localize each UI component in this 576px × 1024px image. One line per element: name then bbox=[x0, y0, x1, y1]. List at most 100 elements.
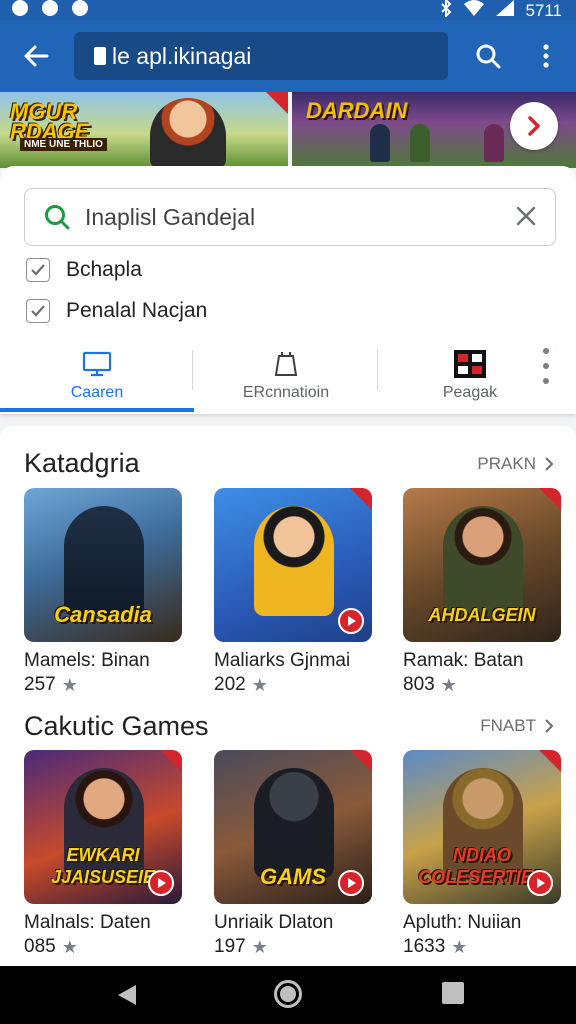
game-thumbnail bbox=[214, 488, 372, 642]
filter-checkbox[interactable] bbox=[26, 299, 50, 323]
game-card[interactable]: NDIAO COLESERTIER Apluth: Nuiian 1633 ★ bbox=[403, 750, 563, 957]
app-bar: le apl.ikinagai bbox=[0, 20, 576, 92]
game-card[interactable]: Cansadia Mamels: Binan 257 ★ bbox=[24, 488, 184, 695]
banner-left-subtitle: NME UNE THLIO bbox=[20, 138, 107, 151]
game-thumbnail: AHDALGEIN bbox=[403, 488, 561, 642]
section-more-label: PRAKN bbox=[477, 454, 536, 473]
section-title: Katadgria bbox=[24, 448, 140, 478]
tab-peagak[interactable]: Peagak bbox=[378, 336, 562, 414]
search-icon bbox=[476, 44, 501, 69]
corner-badge bbox=[266, 92, 288, 114]
search-input[interactable]: Inaplisl Gandejal bbox=[85, 204, 255, 231]
arrow-left-icon bbox=[24, 45, 49, 67]
game-thumbnail-caption: AHDALGEIN bbox=[428, 605, 536, 625]
tab-label: ERcnnatioin bbox=[242, 384, 330, 401]
play-button[interactable] bbox=[148, 870, 174, 896]
game-thumbnail: EWKARI JJAISUSEIE bbox=[24, 750, 182, 904]
filter-label: Bchapla bbox=[66, 258, 142, 281]
rating-value: 202 bbox=[214, 674, 246, 695]
game-thumbnail: GAMS bbox=[214, 750, 372, 904]
chevron-right-icon bbox=[545, 457, 554, 471]
game-card[interactable]: GAMS Unriaik Dlaton 197 ★ bbox=[214, 750, 374, 957]
star-icon: ★ bbox=[61, 936, 78, 957]
checkmark-icon bbox=[31, 264, 45, 276]
notification-icon bbox=[42, 0, 58, 16]
game-rating: 257 ★ bbox=[24, 674, 78, 696]
game-card[interactable]: EWKARI JJAISUSEIE Malnals: Daten 085 ★ bbox=[24, 750, 184, 957]
system-nav-bar bbox=[0, 966, 576, 1024]
bluetooth-icon bbox=[439, 0, 453, 22]
rating-value: 1633 bbox=[403, 936, 446, 957]
tab-label: Peagak bbox=[442, 384, 498, 401]
featured-banner[interactable]: MGUR RDAGE NME UNE THLIO DARDAIN bbox=[0, 92, 576, 168]
corner-badge bbox=[350, 750, 372, 772]
game-thumbnail: NDIAO COLESERTIER bbox=[403, 750, 561, 904]
nav-home-button[interactable] bbox=[274, 980, 302, 1008]
clock: 5711 bbox=[525, 0, 562, 20]
back-button[interactable] bbox=[18, 38, 54, 74]
star-icon: ★ bbox=[61, 674, 78, 695]
rating-value: 803 bbox=[403, 674, 435, 695]
game-title: Apluth: Nuiian bbox=[403, 912, 522, 933]
banner-left-title: MGUR RDAGE bbox=[10, 99, 90, 144]
clear-icon[interactable] bbox=[515, 205, 537, 232]
banner-figure-image bbox=[410, 124, 430, 162]
corner-badge bbox=[350, 488, 372, 510]
filter-label: Penalal Nacjan bbox=[66, 299, 208, 322]
star-icon: ★ bbox=[451, 936, 468, 957]
wifi-icon bbox=[463, 0, 485, 22]
tab-ercnnatioin[interactable]: ERcnnatioin bbox=[194, 336, 378, 414]
game-card[interactable]: Maliarks Gjnmai 202 ★ bbox=[214, 488, 374, 695]
play-button[interactable] bbox=[527, 870, 553, 896]
star-icon: ★ bbox=[251, 674, 268, 695]
search-button[interactable] bbox=[470, 38, 506, 74]
banner-next-button[interactable] bbox=[510, 102, 558, 150]
rating-value: 257 bbox=[24, 674, 56, 695]
game-title: Mamels: Binan bbox=[24, 650, 150, 671]
game-title: Malnals: Daten bbox=[24, 912, 151, 933]
filter-checkbox[interactable] bbox=[26, 258, 50, 282]
game-thumbnail: Cansadia bbox=[24, 488, 182, 642]
play-button[interactable] bbox=[338, 608, 364, 634]
search-icon bbox=[43, 203, 71, 236]
chevron-right-icon bbox=[528, 116, 540, 136]
banner-slide-left[interactable]: MGUR RDAGE NME UNE THLIO bbox=[0, 92, 288, 168]
game-card[interactable]: AHDALGEIN Ramak: Batan 803 ★ bbox=[403, 488, 563, 695]
star-icon: ★ bbox=[251, 936, 268, 957]
nav-recents-button[interactable] bbox=[442, 982, 464, 1004]
game-title: Unriaik Dlaton bbox=[214, 912, 334, 933]
game-character-image bbox=[254, 506, 334, 616]
tab-divider bbox=[377, 350, 378, 390]
tab-indicator bbox=[0, 408, 194, 412]
filter-panel: Inaplisl Gandejal Bchapla Penalal Nacjan… bbox=[0, 166, 576, 414]
banner-figure-image bbox=[484, 124, 504, 162]
signal-icon bbox=[495, 0, 515, 22]
pixel-grid-icon bbox=[453, 350, 487, 378]
game-title: Maliarks Gjnmai bbox=[214, 650, 351, 671]
section-more-link[interactable]: PRAKN bbox=[477, 454, 554, 474]
tab-overflow-button[interactable] bbox=[538, 348, 554, 384]
tab-label: Caaren bbox=[70, 384, 124, 401]
game-rating: 1633 ★ bbox=[403, 936, 467, 958]
chevron-right-icon bbox=[545, 719, 554, 733]
section-more-link[interactable]: FNABT bbox=[480, 716, 554, 736]
game-character-image bbox=[64, 506, 144, 616]
page-icon bbox=[94, 47, 106, 65]
section-more-label: FNABT bbox=[480, 716, 536, 735]
status-bar: 5711 bbox=[0, 0, 576, 20]
content-list: Katadgria PRAKN Cansadia Mamels: Binan 2… bbox=[0, 426, 576, 966]
url-bar[interactable]: le apl.ikinagai bbox=[74, 32, 448, 80]
game-thumbnail-caption: Cansadia bbox=[54, 602, 152, 627]
nav-back-button[interactable] bbox=[114, 982, 140, 1008]
overflow-menu-button[interactable] bbox=[528, 38, 564, 74]
url-text: le apl.ikinagai bbox=[112, 42, 252, 69]
search-field[interactable]: Inaplisl Gandejal bbox=[24, 188, 556, 246]
play-button[interactable] bbox=[338, 870, 364, 896]
corner-badge bbox=[160, 750, 182, 772]
game-rating: 202 ★ bbox=[214, 674, 268, 696]
notification-icon bbox=[12, 0, 28, 16]
banner-right-title: DARDAIN bbox=[306, 98, 408, 123]
game-character-image bbox=[443, 506, 523, 616]
tab-caaren[interactable]: Caaren bbox=[0, 336, 194, 414]
rating-value: 197 bbox=[214, 936, 246, 957]
